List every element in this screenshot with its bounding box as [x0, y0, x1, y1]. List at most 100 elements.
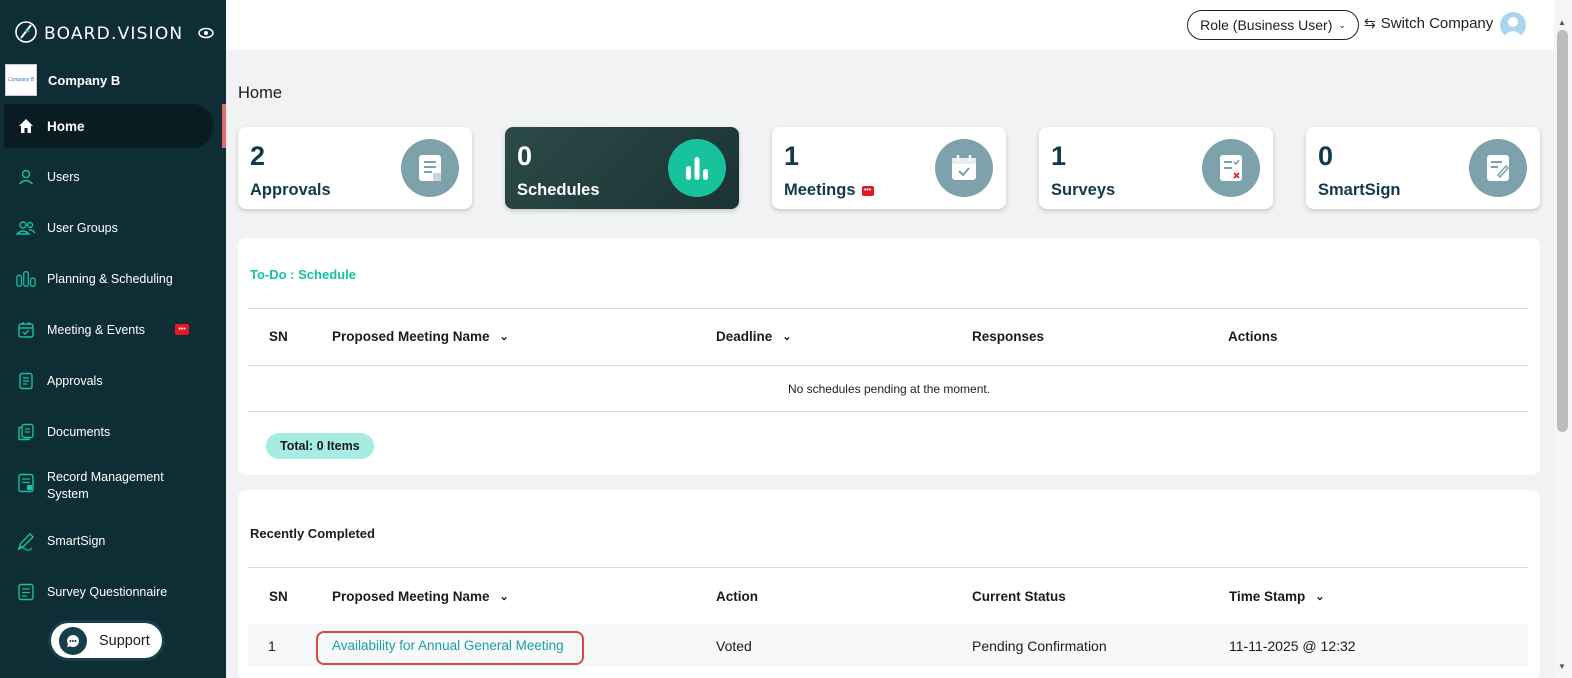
card-label: Meetings: [784, 181, 856, 199]
role-label: Role (Business User): [1200, 17, 1333, 33]
chat-badge-icon: •••: [861, 185, 874, 196]
card-label: Approvals: [250, 181, 331, 199]
column-label: Proposed Meeting Name: [332, 589, 490, 604]
company-logo: Company B: [5, 64, 37, 96]
eye-toggle-icon[interactable]: [198, 26, 214, 44]
company-name: Company B: [48, 72, 121, 88]
sidebar-item-label: Survey Questionnaire: [47, 585, 168, 599]
chevron-down-icon: ⌄: [1338, 19, 1346, 30]
survey-doc-icon: [1202, 139, 1260, 197]
column-header-meeting-name[interactable]: Proposed Meeting Name ⌄: [332, 329, 509, 344]
row-timestamp: 11-11-2025 @ 12:32: [1229, 638, 1356, 654]
brand-name: BOARD.VISION: [44, 24, 184, 44]
brand-logo[interactable]: BOARD.VISION: [14, 20, 214, 48]
sidebar-item-record-management[interactable]: Record Management System: [0, 467, 226, 503]
column-header-deadline[interactable]: Deadline ⌄: [716, 329, 792, 344]
sidebar-item-planning[interactable]: Planning & Scheduling: [0, 268, 226, 290]
scroll-down-icon[interactable]: ▼: [1558, 662, 1566, 671]
row-sn: 1: [268, 638, 276, 654]
card-smartsign[interactable]: 0 SmartSign: [1306, 127, 1540, 209]
scrollbar-thumb[interactable]: [1557, 30, 1568, 432]
divider: [248, 567, 1528, 568]
sidebar-item-label: Planning & Scheduling: [47, 272, 173, 286]
sidebar-item-label: SmartSign: [47, 534, 106, 548]
chevron-down-icon[interactable]: ⌄: [500, 590, 509, 603]
user-icon: [16, 167, 36, 187]
switch-company-button[interactable]: ⇆ Switch Company: [1364, 15, 1493, 32]
card-meetings[interactable]: 1 Meetings •••: [772, 127, 1006, 209]
company-switcher[interactable]: Company B Company B: [5, 63, 220, 97]
sidebar-item-label: Home: [47, 118, 85, 134]
swap-icon: ⇆: [1364, 15, 1376, 31]
divider: [248, 308, 1528, 309]
avatar[interactable]: [1500, 12, 1526, 38]
role-dropdown[interactable]: Role (Business User) ⌄: [1187, 10, 1359, 40]
divider: [248, 365, 1528, 366]
card-schedules[interactable]: 0 Schedules: [505, 127, 739, 209]
survey-icon: [16, 582, 36, 602]
sidebar-item-home[interactable]: Home: [0, 104, 226, 148]
divider: [248, 411, 1528, 412]
empty-message: No schedules pending at the moment.: [787, 382, 991, 396]
card-count: 0: [517, 141, 533, 171]
approvals-icon: [16, 371, 36, 391]
column-header-sn: SN: [269, 589, 288, 604]
chat-badge-icon: •••: [175, 324, 189, 335]
card-count: 1: [784, 141, 800, 171]
sidebar-item-label: Record Management: [47, 470, 164, 484]
planning-icon: [16, 269, 36, 289]
sidebar-item-meetings[interactable]: Meeting & Events •••: [0, 319, 226, 341]
support-label: Support: [99, 632, 150, 649]
card-count: 1: [1051, 141, 1067, 171]
card-label-row: Meetings •••: [784, 181, 874, 200]
recent-panel: Recently Completed SN Proposed Meeting N…: [238, 490, 1540, 678]
todo-title: To-Do : Schedule: [250, 267, 356, 282]
column-header-sn: SN: [269, 329, 288, 344]
sidebar-item-label-line2: System: [47, 487, 89, 501]
total-badge: Total: 0 Items: [266, 433, 374, 459]
card-label: SmartSign: [1318, 181, 1401, 199]
sidebar-item-approvals[interactable]: Approvals: [0, 370, 226, 392]
column-header-meeting-name[interactable]: Proposed Meeting Name ⌄: [332, 589, 509, 604]
user-groups-icon: [16, 218, 36, 238]
topbar: Role (Business User) ⌄ ⇆ Switch Company: [226, 0, 1554, 50]
page-title: Home: [238, 84, 283, 102]
recent-title: Recently Completed: [250, 526, 375, 541]
column-header-status: Current Status: [972, 589, 1066, 604]
sidebar-item-user-groups[interactable]: User Groups: [0, 217, 226, 239]
sidebar-item-label: User Groups: [47, 221, 118, 235]
card-count: 0: [1318, 141, 1334, 171]
switch-company-label: Switch Company: [1380, 15, 1494, 32]
chevron-down-icon[interactable]: ⌄: [782, 330, 791, 343]
support-button[interactable]: Support: [48, 620, 165, 661]
chevron-down-icon[interactable]: ⌄: [1315, 590, 1324, 603]
sidebar-item-survey[interactable]: Survey Questionnaire: [0, 581, 226, 603]
home-icon: [16, 116, 36, 136]
column-header-action: Action: [716, 589, 758, 604]
sidebar-item-documents[interactable]: Documents: [0, 421, 226, 443]
todo-panel: To-Do : Schedule SN Proposed Meeting Nam…: [238, 238, 1540, 475]
card-approvals[interactable]: 2 Approvals: [238, 127, 472, 209]
sidebar-item-label: Meeting & Events: [47, 323, 145, 337]
column-header-responses: Responses: [972, 329, 1045, 344]
highlight-box: [316, 631, 584, 665]
sidebar-item-smartsign[interactable]: SmartSign: [0, 530, 226, 552]
card-surveys[interactable]: 1 Surveys: [1039, 127, 1273, 209]
brand-mark-icon: [14, 20, 38, 49]
sidebar-item-label: Approvals: [47, 374, 103, 388]
card-label: Surveys: [1051, 181, 1116, 199]
column-label: Time Stamp: [1229, 589, 1306, 604]
column-header-timestamp[interactable]: Time Stamp ⌄: [1229, 589, 1325, 604]
chevron-down-icon[interactable]: ⌄: [500, 330, 509, 343]
card-count: 2: [250, 141, 266, 171]
column-label: Deadline: [716, 329, 773, 344]
sidebar-item-users[interactable]: Users: [0, 166, 226, 188]
scroll-up-icon[interactable]: ▲: [1558, 18, 1566, 27]
sidebar: BOARD.VISION Company B Company B Home Us…: [0, 0, 226, 678]
support-chat-icon: [59, 626, 87, 655]
column-label: Proposed Meeting Name: [332, 329, 490, 344]
sidebar-item-label: Documents: [47, 425, 111, 439]
calendar-icon: [935, 139, 993, 197]
documents-icon: [16, 422, 36, 442]
smartsign-icon: [16, 531, 36, 551]
